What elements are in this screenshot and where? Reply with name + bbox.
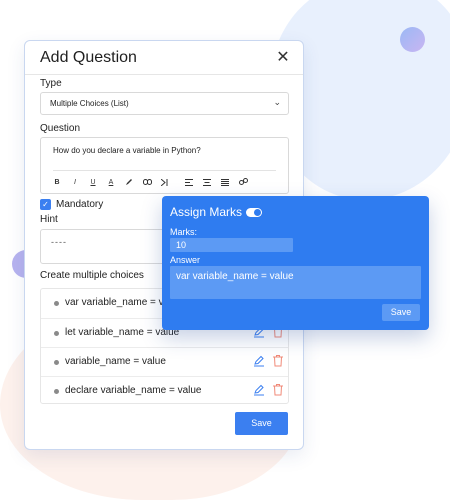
choice-text: variable_name = value [65,356,166,367]
edit-icon[interactable] [253,384,265,396]
paragraph-icon[interactable] [159,178,171,186]
marks-input[interactable]: 10 [170,238,293,252]
assign-marks-title: Assign Marks [170,205,243,219]
type-selected-value: Multiple Choices (List) [50,99,129,108]
marks-label: Marks: [170,227,197,237]
decorative-dot [400,27,425,52]
choice-text: declare variable_name = value [65,385,202,396]
question-editor[interactable]: How do you declare a variable in Python?… [40,137,289,194]
marks-value: 10 [176,240,187,250]
mandatory-label: Mandatory [56,198,104,210]
hint-label: Hint [40,214,58,225]
edit-icon[interactable] [253,355,265,367]
editor-toolbar: B I U A [51,176,255,188]
link-icon[interactable] [141,179,153,185]
align-justify-icon[interactable] [219,178,231,186]
chevron-down-icon: ⌄ [273,97,281,107]
answer-value: var variable_name = value [176,271,294,282]
align-center-icon[interactable] [201,178,213,186]
choices-label: Create multiple choices [40,270,144,281]
save-button[interactable]: Save [235,412,288,435]
font-color-icon[interactable]: A [105,179,117,186]
mandatory-toggle[interactable]: ✓ Mandatory [40,198,103,210]
trash-icon[interactable] [272,383,284,396]
bullet-icon [54,331,59,336]
bullet-icon [54,360,59,365]
dialog-title: Add Question [40,49,137,66]
underline-icon[interactable]: U [87,179,99,186]
assign-marks-toggle[interactable] [246,208,262,217]
question-text[interactable]: How do you declare a variable in Python? [53,146,201,155]
toggle-knob [254,209,261,216]
answer-input[interactable]: var variable_name = value [170,266,421,299]
bullet-icon [54,389,59,394]
answer-label: Answer [170,255,201,265]
align-left-icon[interactable] [183,178,195,186]
bullet-icon [54,301,59,306]
trash-icon[interactable] [272,354,284,367]
hint-placeholder: ---- [51,237,67,247]
checkbox-checked-icon[interactable]: ✓ [40,198,51,210]
type-select[interactable]: Multiple Choices (List) ⌄ [40,92,289,115]
close-icon[interactable]: ✕ [275,50,291,66]
bold-icon[interactable]: B [51,179,63,186]
assign-marks-popover: Assign Marks Marks: 10 Answer var variab… [162,196,429,330]
dialog-header: Add Question ✕ [25,41,303,75]
choice-item[interactable]: variable_name = value [41,347,288,376]
choice-item[interactable]: declare variable_name = value [41,376,288,405]
italic-icon[interactable]: I [69,179,81,186]
type-label: Type [40,78,62,89]
question-label: Question [40,123,81,134]
highlight-icon[interactable] [123,178,135,186]
editor-divider [53,170,276,171]
marks-save-button[interactable]: Save [382,304,420,321]
unlink-icon[interactable] [237,178,249,186]
screen: Add Question ✕ Type Multiple Choices (Li… [0,0,450,500]
